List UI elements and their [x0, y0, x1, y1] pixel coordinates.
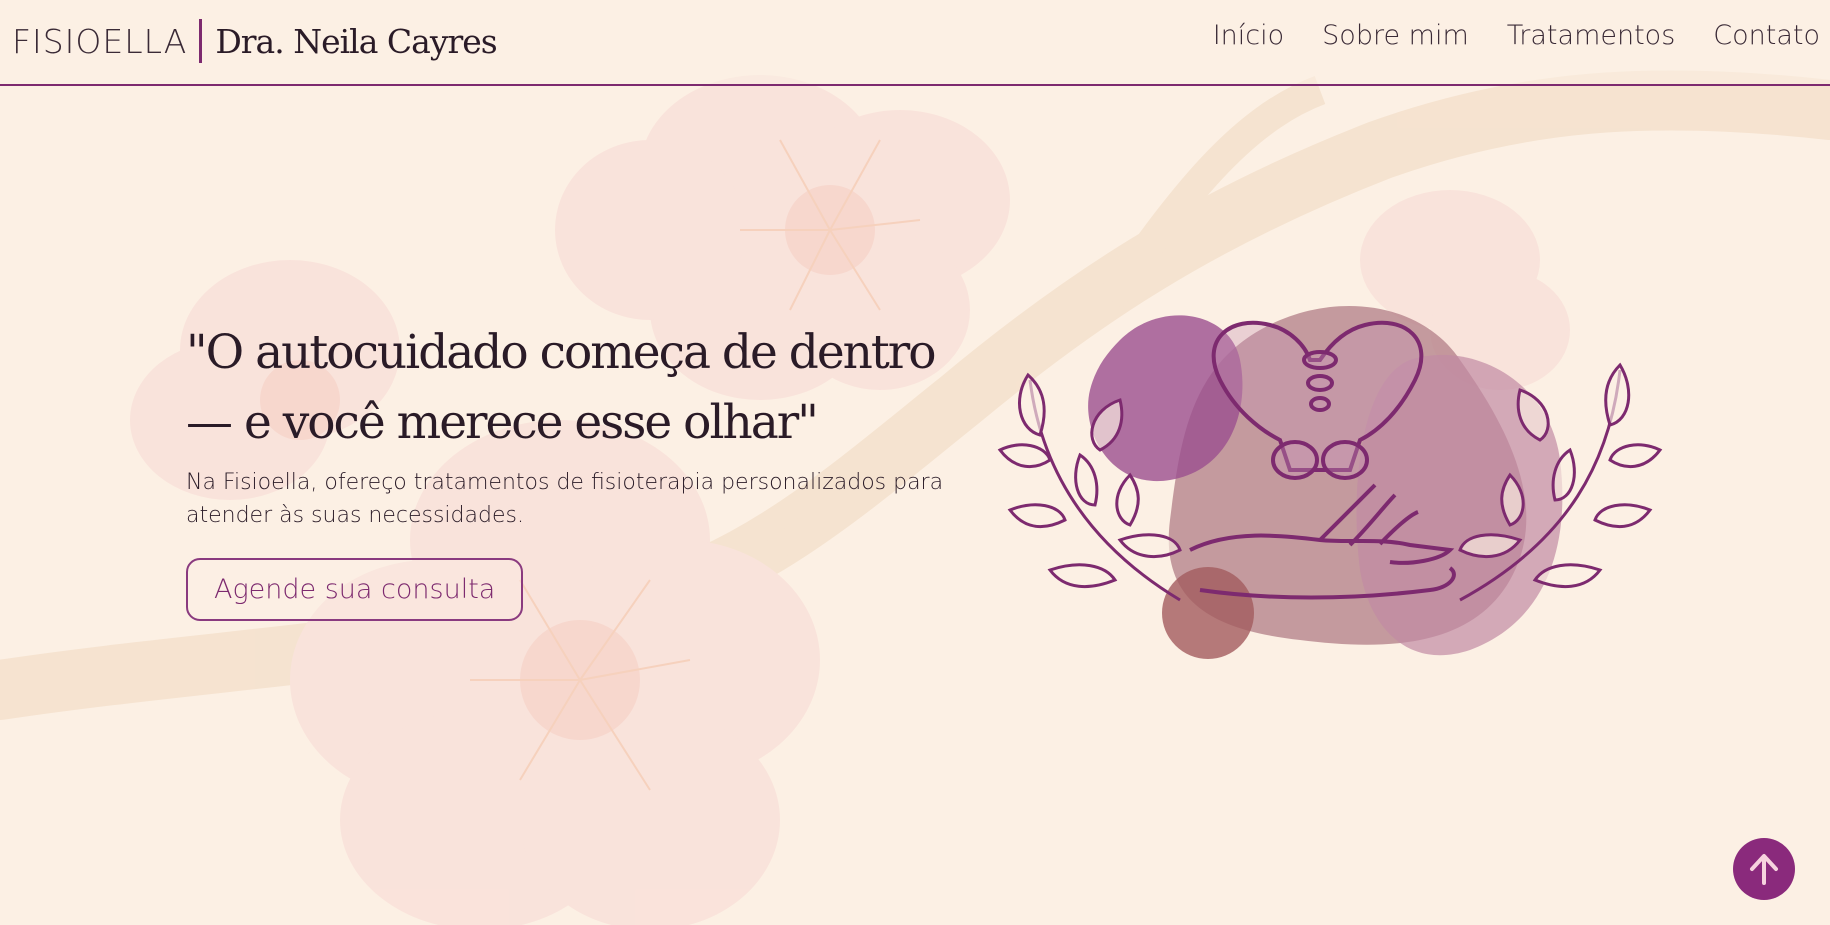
hero-title: "O autocuidado começa de dentro — e você… [186, 318, 986, 458]
site-header: FISIOELLA Dra. Neila Cayres Início Sobre… [0, 0, 1830, 86]
nav-link-tratamentos[interactable]: Tratamentos [1507, 20, 1676, 51]
schedule-consultation-button[interactable]: Agende sua consulta [186, 558, 524, 621]
nav-link-contato[interactable]: Contato [1713, 20, 1820, 51]
nav-link-sobre-mim[interactable]: Sobre mim [1322, 20, 1469, 51]
brand-divider [199, 19, 203, 63]
brand-name: FISIOELLA [12, 21, 188, 61]
hero-section: "O autocuidado começa de dentro — e você… [186, 318, 986, 621]
doctor-name: Dra. Neila Cayres [215, 21, 497, 61]
nav-link-inicio[interactable]: Início [1213, 20, 1284, 51]
pelvis-hand-laurel-icon [997, 306, 1663, 659]
main-nav: Início Sobre mim Tratamentos Contato [1175, 20, 1820, 51]
hero-title-line-1: "O autocuidado começa de dentro [186, 325, 937, 380]
brand-logo[interactable]: FISIOELLA Dra. Neila Cayres [12, 18, 498, 64]
arrow-up-icon [1750, 854, 1778, 885]
hero-title-line-2: — e você merece esse olhar" [186, 395, 819, 450]
page: FISIOELLA Dra. Neila Cayres Início Sobre… [0, 0, 1830, 925]
scroll-top-button[interactable] [1733, 838, 1795, 900]
hero-subtitle: Na Fisioella, ofereço tratamentos de fis… [186, 470, 944, 528]
